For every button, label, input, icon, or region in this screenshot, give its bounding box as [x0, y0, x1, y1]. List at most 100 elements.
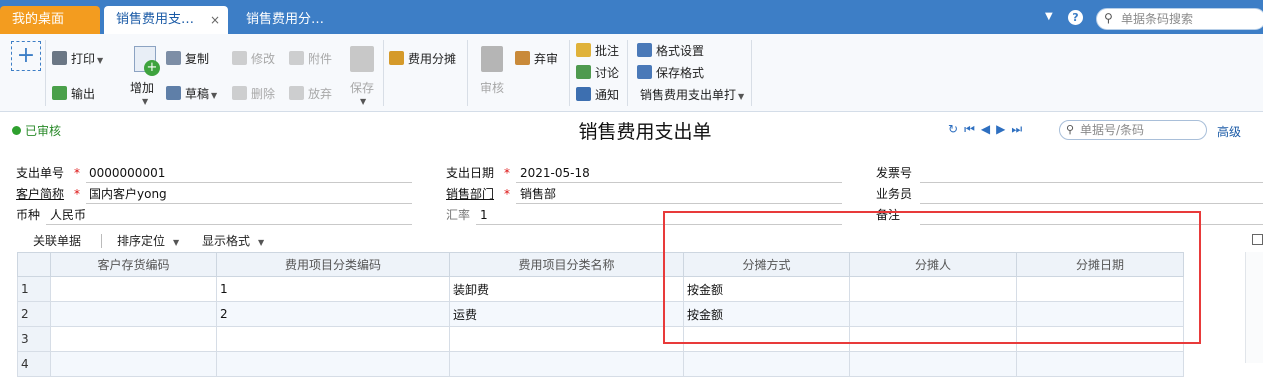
currency-field: 币种 人民币 — [16, 205, 416, 225]
cell-customer-code[interactable] — [50, 351, 217, 377]
refresh-icon[interactable]: ↻ — [948, 122, 964, 136]
column-header[interactable]: 费用项目分类名称 — [449, 252, 684, 277]
cell-category-code[interactable]: 1 — [216, 276, 450, 302]
cell-allocation-method[interactable] — [683, 351, 850, 377]
barcode-search-input[interactable] — [1121, 11, 1261, 27]
bill-search-box[interactable]: ⚲ — [1059, 120, 1207, 140]
top-tab-bar: 我的桌面 销售费用支… × 销售费用分… ▼ ? ⚲ — [0, 0, 1263, 34]
draft-icon — [166, 86, 181, 100]
draft-button[interactable]: 草稿 ▼ — [166, 84, 217, 104]
discuss-button[interactable]: 讨论 — [576, 63, 619, 83]
tab-my-desktop[interactable]: 我的桌面 — [0, 6, 100, 34]
exchange-rate-value[interactable]: 1 — [480, 205, 488, 225]
dropdown-arrow-icon: ▼ — [211, 91, 218, 100]
cell-category-name[interactable]: 装卸费 — [449, 276, 684, 302]
customer-label[interactable]: 客户简称 — [16, 184, 64, 204]
cell-category-name[interactable] — [449, 351, 684, 377]
format-settings-icon — [637, 43, 652, 57]
allocate-icon — [389, 51, 404, 65]
required-mark: * — [74, 166, 80, 180]
cell-category-name[interactable] — [449, 326, 684, 352]
print-button[interactable]: 打印 ▼ — [52, 49, 103, 69]
next-record-icon[interactable]: ▶ — [996, 122, 1011, 136]
annotate-button[interactable]: 批注 — [576, 41, 619, 61]
exchange-rate-label: 汇率 — [446, 208, 471, 222]
cell-allocation-date[interactable] — [1016, 351, 1184, 377]
cell-category-code[interactable] — [216, 326, 450, 352]
date-value[interactable]: 2021-05-18 — [520, 163, 590, 183]
delete-button[interactable]: 删除 — [232, 84, 275, 104]
cell-allocator[interactable] — [849, 351, 1017, 377]
unaudit-button[interactable]: 弃审 — [515, 49, 558, 69]
cell-customer-code[interactable] — [50, 301, 217, 327]
date-field: 支出日期 * 2021-05-18 — [446, 163, 846, 183]
caret-down-icon[interactable]: ▼ — [1045, 0, 1053, 34]
display-format-button[interactable]: 显示格式 ▼ — [202, 230, 264, 254]
related-docs-button[interactable]: 关联单据 — [33, 230, 81, 252]
sort-locate-button[interactable]: 排序定位 ▼ — [117, 230, 179, 254]
row-number: 4 — [17, 351, 51, 377]
toolbar-divider — [45, 40, 46, 106]
dropdown-arrow-icon: ▼ — [258, 238, 265, 247]
tab-sales-expense-allocation[interactable]: 销售费用分… — [234, 6, 358, 34]
dropdown-arrow-icon: ▼ — [142, 97, 149, 106]
invoice-no-field: 发票号 — [876, 163, 1263, 183]
department-value[interactable]: 销售部 — [520, 184, 556, 204]
tab-sales-expense-bill[interactable]: 销售费用支… × — [104, 6, 228, 34]
annotate-icon — [576, 43, 591, 57]
cell-category-code[interactable]: 2 — [216, 301, 450, 327]
first-record-icon[interactable]: ⏮ — [964, 122, 981, 136]
export-button[interactable]: 输出 — [52, 84, 95, 104]
advanced-search-link[interactable]: 高级 — [1217, 123, 1241, 140]
close-icon[interactable]: × — [210, 6, 220, 34]
delete-icon — [232, 86, 247, 100]
department-label[interactable]: 销售部门 — [446, 184, 494, 204]
currency-label: 币种 — [16, 208, 41, 222]
grid-vertical-scrollbar[interactable] — [1245, 252, 1263, 363]
cell-customer-code[interactable] — [50, 326, 217, 352]
new-plus-icon[interactable]: + — [11, 41, 41, 71]
clipboard-icon — [481, 46, 503, 72]
toolbar-divider — [569, 40, 570, 106]
abandon-button[interactable]: 放弃 — [289, 84, 332, 104]
department-field: 销售部门 * 销售部 — [446, 184, 846, 204]
copy-button[interactable]: 复制 — [166, 49, 209, 69]
print-template-select[interactable]: 销售费用支出单打 ▼ — [640, 85, 744, 105]
barcode-search-box[interactable]: ⚲ — [1096, 8, 1263, 30]
notify-button[interactable]: 通知 — [576, 85, 619, 105]
table-row[interactable]: 4 — [17, 351, 1184, 377]
column-header[interactable]: 费用项目分类编码 — [216, 252, 450, 277]
currency-value[interactable]: 人民币 — [50, 205, 86, 225]
printer-icon — [52, 51, 67, 65]
customer-value[interactable]: 国内客户yong — [89, 184, 167, 204]
row-number: 2 — [17, 301, 51, 327]
toolbar-divider — [751, 40, 752, 106]
cell-category-code[interactable] — [216, 351, 450, 377]
cell-category-name[interactable]: 运费 — [449, 301, 684, 327]
attachment-button[interactable]: 附件 — [289, 49, 332, 69]
toolbar-divider — [627, 40, 628, 106]
dropdown-arrow-icon: ▼ — [97, 56, 104, 65]
expand-icon[interactable] — [1252, 234, 1263, 245]
salesperson-label: 业务员 — [876, 187, 913, 201]
prev-record-icon[interactable]: ◀ — [981, 122, 996, 136]
bill-no-value[interactable]: 0000000001 — [89, 163, 165, 183]
column-header[interactable]: 客户存货编码 — [50, 252, 217, 277]
toolbar-divider — [467, 40, 468, 106]
dropdown-arrow-icon: ▼ — [738, 92, 745, 101]
save-format-button[interactable]: 保存格式 — [637, 63, 704, 83]
tab-label: 销售费用支… — [116, 12, 195, 27]
copy-icon — [166, 51, 181, 65]
bill-search-input[interactable] — [1080, 122, 1200, 138]
modify-button[interactable]: 修改 — [232, 49, 275, 69]
expense-allocate-button[interactable]: 费用分摊 — [389, 49, 456, 69]
help-icon[interactable]: ? — [1068, 10, 1083, 25]
search-icon: ⚲ — [1104, 11, 1113, 25]
row-number: 1 — [17, 276, 51, 302]
invoice-no-label: 发票号 — [876, 166, 913, 180]
dropdown-arrow-icon: ▼ — [360, 97, 367, 106]
record-nav: ↻⏮◀▶⏭ — [948, 122, 1028, 137]
format-settings-button[interactable]: 格式设置 — [637, 41, 704, 61]
last-record-icon[interactable]: ⏭ — [1011, 122, 1028, 136]
cell-customer-code[interactable] — [50, 276, 217, 302]
